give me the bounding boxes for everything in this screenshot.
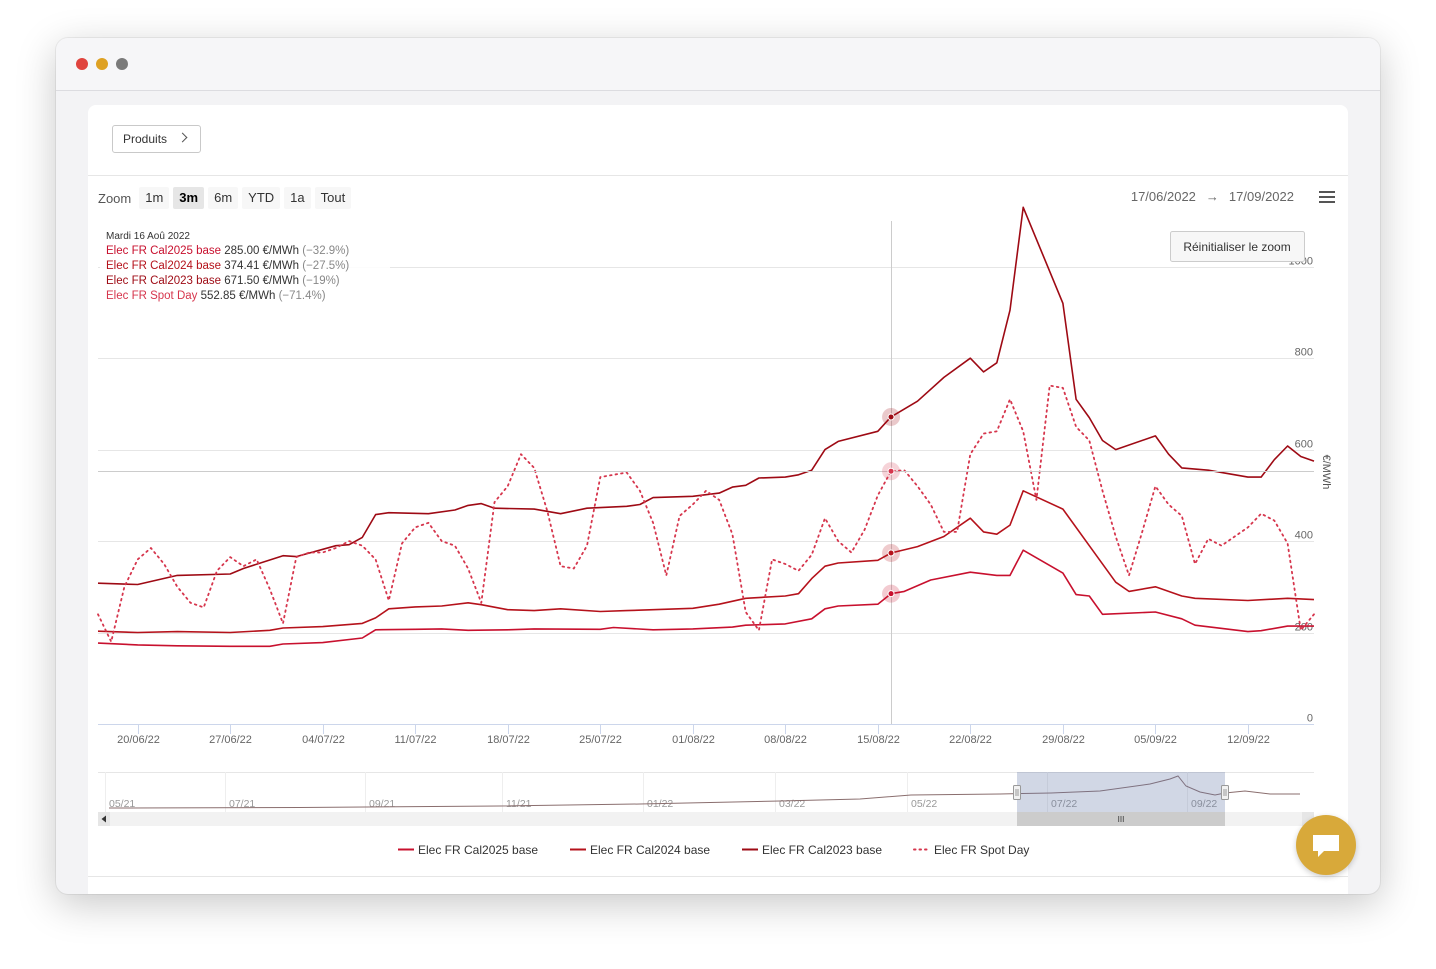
range-from-input[interactable]: 17/06/2022 xyxy=(1131,189,1196,204)
date-range: 17/06/2022 → 17/09/2022 xyxy=(1131,189,1294,204)
range-arrow: → xyxy=(1205,189,1219,204)
zoom-button-3m[interactable]: 3m xyxy=(173,187,205,209)
zoom-button-ytd[interactable]: YTD xyxy=(242,187,281,209)
close-window-icon[interactable] xyxy=(76,58,88,70)
zoom-selector: Zoom 1m 3m 6m YTD 1a Tout xyxy=(98,187,355,209)
card-bottom-divider xyxy=(88,876,1348,877)
toolbar-divider xyxy=(88,175,1348,176)
zoom-button-tout[interactable]: Tout xyxy=(314,187,352,209)
zoom-button-1m[interactable]: 1m xyxy=(139,187,170,209)
window-titlebar xyxy=(56,38,1380,91)
chart-card: Produits Zoom 1m 3m 6m YTD 1a Tout 17/06… xyxy=(88,105,1348,894)
products-button[interactable]: Produits xyxy=(112,125,201,153)
hamburger-menu-icon[interactable] xyxy=(1319,191,1335,203)
maximize-window-icon[interactable] xyxy=(116,58,128,70)
chat-icon xyxy=(1313,835,1339,857)
zoom-label: Zoom xyxy=(98,190,132,206)
browser-window: Produits Zoom 1m 3m 6m YTD 1a Tout 17/06… xyxy=(56,38,1380,894)
minimize-window-icon[interactable] xyxy=(96,58,108,70)
range-to-input[interactable]: 17/09/2022 xyxy=(1229,189,1294,204)
chevron-right-icon xyxy=(177,132,188,143)
products-button-label: Produits xyxy=(123,132,168,146)
zoom-button-6m[interactable]: 6m xyxy=(208,187,239,209)
zoom-button-1a[interactable]: 1a xyxy=(284,187,311,209)
chat-launcher-button[interactable] xyxy=(1296,815,1356,875)
